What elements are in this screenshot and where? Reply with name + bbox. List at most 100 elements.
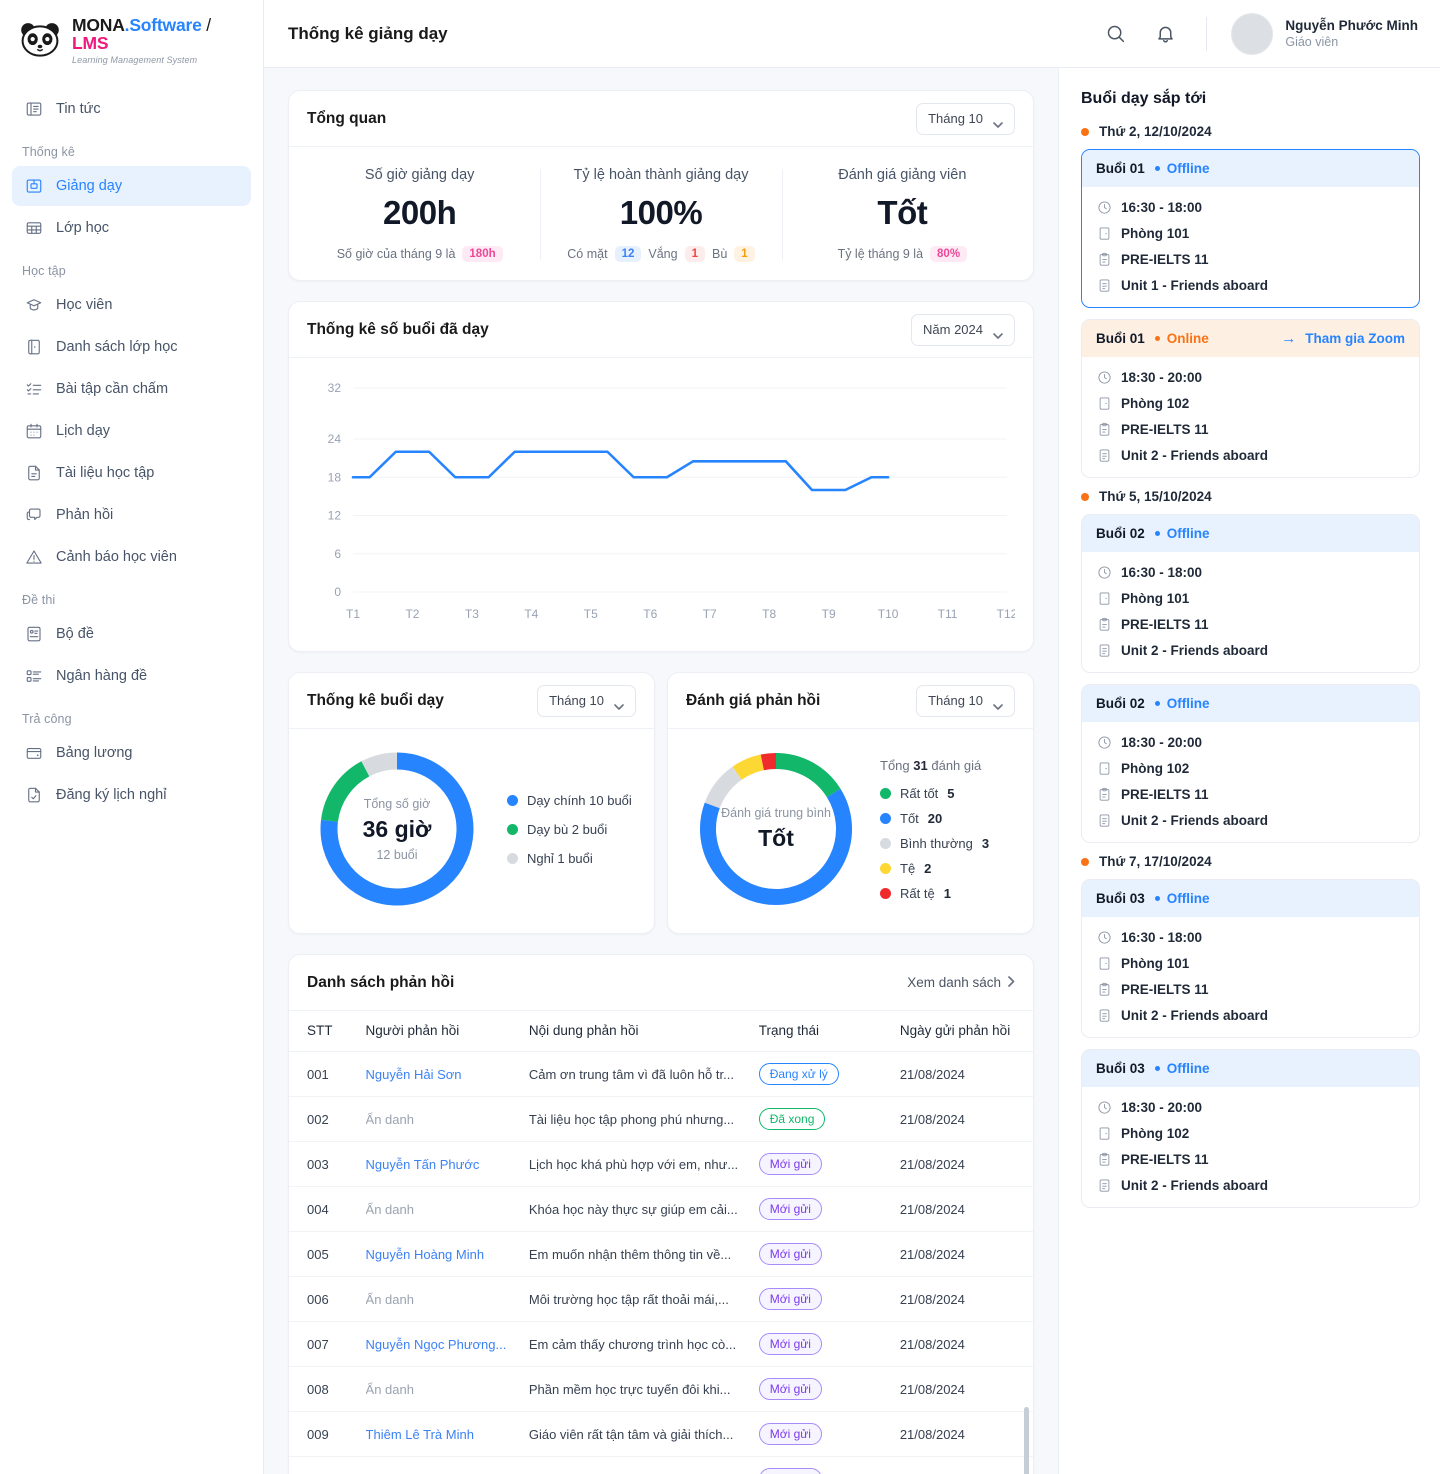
sidebar-item-label: Bộ đề (56, 626, 94, 642)
brand-name-software: .Software (125, 15, 202, 35)
scrollbar-thumb[interactable] (1024, 1407, 1029, 1474)
session-course: PRE-IELTS 11 (1121, 982, 1209, 997)
view-list-link[interactable]: Xem danh sách (907, 975, 1015, 990)
table-row[interactable]: 004Ẩn danhKhóa học này thực sự giúp em c… (289, 1187, 1033, 1232)
cell-name[interactable]: Nguyễn Hoàng Minh (358, 1232, 521, 1277)
session-unit: Unit 1 - Friends aboard (1121, 278, 1268, 293)
user-name: Nguyễn Phước Minh (1285, 18, 1418, 33)
upcoming-sessions-panel: Buổi dạy sắp tới Thứ 2, 12/10/2024 Buổi … (1058, 68, 1440, 1474)
session-room-row: Phòng 101 (1096, 955, 1405, 971)
session-room-row: Phòng 101 (1096, 590, 1405, 606)
overview-cell-value: Tốt (794, 194, 1011, 232)
donut1-period-select[interactable]: Tháng 10 (537, 685, 636, 717)
upcoming-sessions-title: Buổi dạy sắp tới (1081, 90, 1420, 108)
session-card[interactable]: Buổi 03 Offline 16:30 - 18:00 Phòng 101 … (1081, 879, 1420, 1038)
sidebar-item-canh-bao-hoc-vien[interactable]: Cảnh báo học viên (12, 537, 251, 577)
join-zoom-link[interactable]: →Tham gia Zoom (1281, 331, 1405, 346)
table-row[interactable]: 009Thiêm Lê Trà MinhGiáo viên rất tận tâ… (289, 1412, 1033, 1457)
table-row[interactable]: 010Trần Huy NamEm gặp khó khăn với phần … (289, 1457, 1033, 1474)
svg-text:12: 12 (328, 509, 342, 523)
session-card-body: 18:30 - 20:00 Phòng 102 PRE-IELTS 11 Uni… (1082, 1087, 1419, 1207)
sidebar-item-lich-day[interactable]: Lịch dạy (12, 411, 251, 451)
cell-name[interactable]: Nguyễn Hải Sơn (358, 1052, 521, 1097)
donut2-period-select[interactable]: Tháng 10 (916, 685, 1015, 717)
overview-period-select[interactable]: Tháng 10 (916, 103, 1015, 135)
cell-name[interactable]: Nguyễn Ngọc Phương... (358, 1322, 521, 1367)
door-icon (1096, 590, 1112, 606)
donut1-center-top: Tổng số giờ (364, 797, 431, 811)
schedule-day-label: Thứ 5, 15/10/2024 (1099, 489, 1212, 504)
sidebar-item-bang-luong[interactable]: Bảng lương (12, 733, 251, 773)
search-icon[interactable] (1098, 17, 1132, 51)
cell-stt: 009 (289, 1412, 358, 1457)
clipboard-icon (1096, 786, 1112, 802)
table-row[interactable]: 003Nguyễn Tấn PhướcLịch học khá phù hợp … (289, 1142, 1033, 1187)
session-card[interactable]: Buổi 03 Offline 18:30 - 20:00 Phòng 102 … (1081, 1049, 1420, 1208)
overview-sub-prefix: Tỷ lệ tháng 9 là (838, 247, 923, 261)
user-menu[interactable]: Nguyễn Phước Minh Giáo viên (1231, 13, 1418, 55)
sidebar-item-tin-tuc[interactable]: Tin tức (12, 89, 251, 129)
reporter-link[interactable]: Thiêm Lê Trà Minh (366, 1427, 513, 1442)
table-row[interactable]: 007Nguyễn Ngọc Phương...Em cảm thấy chươ… (289, 1322, 1033, 1367)
teaching-sessions-donut-card: Thống kê buổi dạy Tháng 10 Tổng số giờ (288, 672, 655, 934)
donut2-wrap: Đánh giá trung bình Tốt (692, 745, 860, 913)
table-row[interactable]: 002Ẩn danhTài liệu học tập phong phú như… (289, 1097, 1033, 1142)
cell-name[interactable]: Thiêm Lê Trà Minh (358, 1412, 521, 1457)
sidebar-item-tai-lieu-hoc-tap[interactable]: Tài liệu học tập (12, 453, 251, 493)
sidebar-item-danh-sach-lop-hoc[interactable]: Danh sách lớp học (12, 327, 251, 367)
sidebar-item-label: Học viên (56, 297, 112, 313)
overview-body: Số giờ giảng dạy 200h Số giờ của tháng 9… (289, 147, 1033, 280)
day-marker-dot (1081, 493, 1089, 501)
notification-bell-icon[interactable] (1148, 17, 1182, 51)
table-row[interactable]: 008Ẩn danhPhần mềm học trực tuyến đôi kh… (289, 1367, 1033, 1412)
cell-date: 21/08/2024 (892, 1187, 1033, 1232)
sidebar-item-ngan-hang-de[interactable]: Ngân hàng đề (12, 656, 251, 696)
reporter-link[interactable]: Nguyễn Tấn Phước (366, 1157, 513, 1172)
sidebar-item-label: Bài tập cần chấm (56, 381, 168, 397)
session-unit-row: Unit 2 - Friends aboard (1096, 1177, 1405, 1193)
brand-name-mona: MONA (72, 15, 125, 35)
reporter-link[interactable]: Nguyễn Hải Sơn (366, 1067, 513, 1082)
session-card-header: Buổi 03 Offline (1082, 880, 1419, 917)
svg-text:T6: T6 (643, 607, 657, 621)
clock-icon (1096, 564, 1112, 580)
session-card[interactable]: Buổi 01 Online →Tham gia Zoom 18:30 - 20… (1081, 319, 1420, 478)
table-row[interactable]: 005Nguyễn Hoàng MinhEm muốn nhận thêm th… (289, 1232, 1033, 1277)
line-chart-year-select[interactable]: Năm 2024 (911, 314, 1015, 346)
cell-content: Em muốn nhận thêm thông tin về... (521, 1232, 751, 1277)
cell-name[interactable]: Trần Huy Nam (358, 1457, 521, 1474)
topbar-divider (1206, 17, 1207, 51)
session-card[interactable]: Buổi 02 Offline 18:30 - 20:00 Phòng 102 … (1081, 684, 1420, 843)
feedback-list-title: Danh sách phản hồi (307, 974, 907, 992)
sidebar-item-hoc-vien[interactable]: Học viên (12, 285, 251, 325)
schedule-day-row: Thứ 2, 12/10/2024 (1081, 124, 1420, 139)
session-card[interactable]: Buổi 02 Offline 16:30 - 18:00 Phòng 101 … (1081, 514, 1420, 673)
sidebar-item-bo-de[interactable]: Bộ đề (12, 614, 251, 654)
table-row[interactable]: 001Nguyễn Hải SơnCảm ơn trung tâm vì đã … (289, 1052, 1033, 1097)
sidebar-item-giang-day[interactable]: Giảng dạy (12, 166, 251, 206)
table-scrollbar[interactable] (1024, 1001, 1029, 1474)
table-row[interactable]: 006Ẩn danhMôi trường học tập rất thoải m… (289, 1277, 1033, 1322)
donut1-center-bottom: 12 buổi (376, 848, 417, 862)
session-unit-row: Unit 2 - Friends aboard (1096, 1007, 1405, 1023)
sidebar-item-phan-hoi[interactable]: Phản hồi (12, 495, 251, 535)
anonymous-label: Ẩn danh (366, 1292, 513, 1307)
status-badge: Mới gửi (759, 1378, 822, 1400)
brand-logo-block[interactable]: MONA.Software / LMS Learning Management … (0, 0, 263, 75)
reporter-link[interactable]: Nguyễn Ngọc Phương... (366, 1337, 513, 1352)
session-room: Phòng 101 (1121, 956, 1189, 971)
sidebar-item-dang-ky-lich-nghi[interactable]: Đăng ký lịch nghỉ (12, 775, 251, 815)
session-card[interactable]: Buổi 01 Offline 16:30 - 18:00 Phòng 101 … (1081, 149, 1420, 308)
session-unit: Unit 2 - Friends aboard (1121, 1178, 1268, 1193)
sidebar-item-lop-hoc[interactable]: Lớp học (12, 208, 251, 248)
mode-dot-icon (1155, 531, 1160, 536)
cell-name[interactable]: Nguyễn Tấn Phước (358, 1142, 521, 1187)
session-card-header: Buổi 02 Offline (1082, 685, 1419, 722)
user-role: Giáo viên (1285, 35, 1418, 49)
note-icon (1096, 447, 1112, 463)
session-unit-row: Unit 1 - Friends aboard (1096, 277, 1405, 293)
legend-value: 20 (928, 811, 942, 826)
sidebar-item-bai-tap-can-cham[interactable]: Bài tập cần chấm (12, 369, 251, 409)
reporter-link[interactable]: Nguyễn Hoàng Minh (366, 1247, 513, 1262)
cell-date: 21/08/2024 (892, 1277, 1033, 1322)
